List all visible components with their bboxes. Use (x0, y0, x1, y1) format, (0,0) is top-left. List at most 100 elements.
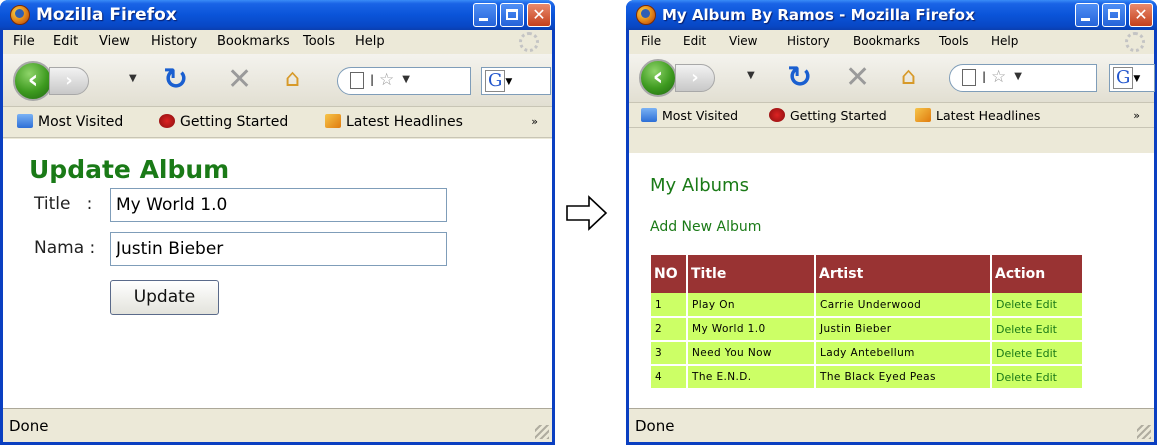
bookmark-latest-headlines[interactable]: Latest Headlines (325, 114, 463, 130)
firefox-window-update: Mozilla Firefox ✕ File Edit View History… (0, 0, 555, 445)
bookmarks-overflow-icon[interactable]: » (1133, 109, 1140, 122)
minimize-button[interactable] (1075, 3, 1099, 27)
forward-arrow-icon: › (691, 67, 699, 88)
back-button[interactable]: ‹ (639, 59, 677, 97)
maximize-button[interactable] (500, 3, 524, 27)
history-dropdown-icon[interactable]: ▼ (129, 73, 137, 84)
table-header-row: NO Title Artist Action (651, 255, 1084, 293)
address-dropdown-icon[interactable]: ▼ (402, 74, 410, 85)
table-row: 3 Need You Now Lady Antebellum Delete Ed… (651, 341, 1084, 366)
title-input[interactable] (110, 188, 447, 222)
edit-link[interactable]: Edit (1036, 371, 1057, 384)
header-action: Action (991, 255, 1084, 293)
menu-bar: File Edit View History Bookmarks Tools H… (3, 30, 552, 54)
close-button[interactable]: ✕ (527, 3, 551, 27)
cell-artist: The Black Eyed Peas (815, 365, 992, 390)
header-no: NO (651, 255, 688, 293)
menu-bookmarks[interactable]: Bookmarks (853, 34, 920, 48)
bookmark-latest-headlines[interactable]: Latest Headlines (915, 108, 1040, 123)
page-content: Update Album Title : Nama : Update (3, 139, 552, 408)
folder-icon (17, 114, 33, 128)
resize-grip-icon[interactable] (1137, 425, 1151, 439)
cell-artist: Lady Antebellum (815, 341, 992, 366)
cell-title: My World 1.0 (687, 317, 816, 342)
cell-action: Delete Edit (991, 365, 1084, 390)
menu-tools[interactable]: Tools (303, 34, 335, 49)
bookmark-label: Most Visited (38, 114, 124, 130)
header-title: Title (687, 255, 816, 293)
menu-view[interactable]: View (729, 34, 757, 48)
home-icon[interactable]: ⌂ (285, 64, 300, 92)
address-bar[interactable]: l ☆ ▼ (337, 67, 471, 95)
edit-link[interactable]: Edit (1036, 323, 1057, 336)
search-box[interactable]: G ▼ (481, 67, 551, 95)
cell-no: 1 (651, 293, 688, 318)
search-dropdown-icon[interactable]: ▼ (505, 77, 512, 87)
status-bar: Done (629, 408, 1154, 442)
menu-file[interactable]: File (13, 34, 35, 49)
minimize-icon (1081, 18, 1090, 21)
edit-link[interactable]: Edit (1036, 347, 1057, 360)
maximize-button[interactable] (1102, 3, 1126, 27)
status-bar: Done (3, 408, 552, 442)
menu-history[interactable]: History (151, 34, 197, 49)
cell-action: Delete Edit (991, 293, 1084, 318)
page-title: Update Album (29, 155, 230, 184)
close-icon: ✕ (1134, 5, 1148, 24)
stop-icon[interactable]: ✕ (227, 62, 252, 97)
back-button[interactable]: ‹ (13, 61, 53, 101)
header-artist: Artist (815, 255, 992, 293)
add-new-album-link[interactable]: Add New Album (650, 219, 761, 235)
address-bar[interactable]: l ☆ ▼ (949, 64, 1097, 92)
menu-help[interactable]: Help (991, 34, 1018, 48)
maximize-icon (1108, 9, 1120, 20)
navigation-toolbar: ‹ › ▼ ↻ ✕ ⌂ l ☆ ▼ G ▼ (3, 54, 552, 106)
search-box[interactable]: G ▼ (1109, 64, 1155, 92)
forward-button[interactable]: › (49, 67, 89, 95)
menu-tools[interactable]: Tools (939, 34, 969, 48)
reload-icon[interactable]: ↻ (787, 60, 812, 95)
delete-link[interactable]: Delete (996, 371, 1032, 384)
cell-no: 3 (651, 341, 688, 366)
window-titlebar[interactable]: My Album By Ramos - Mozilla Firefox ✕ (626, 0, 1157, 30)
forward-button[interactable]: › (675, 64, 715, 92)
menu-edit[interactable]: Edit (53, 34, 78, 49)
nama-input[interactable] (110, 232, 447, 266)
title-label: Title : (34, 194, 92, 214)
stop-icon[interactable]: ✕ (845, 60, 870, 95)
delete-link[interactable]: Delete (996, 298, 1032, 311)
window-titlebar[interactable]: Mozilla Firefox ✕ (0, 0, 555, 30)
rss-icon (915, 108, 931, 122)
bookmarks-overflow-icon[interactable]: » (531, 115, 538, 128)
address-dropdown-icon[interactable]: ▼ (1014, 71, 1022, 82)
close-button[interactable]: ✕ (1129, 3, 1153, 27)
cell-artist: Carrie Underwood (815, 293, 992, 318)
bookmark-most-visited[interactable]: Most Visited (641, 108, 738, 123)
history-dropdown-icon[interactable]: ▼ (747, 70, 755, 81)
menu-file[interactable]: File (641, 34, 661, 48)
resize-grip-icon[interactable] (535, 425, 549, 439)
menu-bookmarks[interactable]: Bookmarks (217, 34, 290, 49)
bookmark-label: Getting Started (180, 114, 289, 130)
star-icon[interactable]: ☆ (991, 67, 1006, 87)
delete-link[interactable]: Delete (996, 323, 1032, 336)
minimize-button[interactable] (473, 3, 497, 27)
star-icon[interactable]: ☆ (379, 70, 394, 90)
throbber-icon (519, 32, 539, 52)
menu-view[interactable]: View (99, 34, 130, 49)
update-button[interactable]: Update (110, 280, 219, 315)
reload-icon[interactable]: ↻ (163, 62, 188, 97)
menu-help[interactable]: Help (355, 34, 385, 49)
home-icon[interactable]: ⌂ (901, 62, 916, 90)
right-arrow-icon (566, 195, 608, 231)
bookmark-most-visited[interactable]: Most Visited (17, 114, 123, 130)
bookmark-getting-started[interactable]: Getting Started (769, 108, 887, 123)
cell-no: 4 (651, 365, 688, 390)
menu-bar: File Edit View History Bookmarks Tools H… (629, 30, 1154, 54)
menu-edit[interactable]: Edit (683, 34, 706, 48)
edit-link[interactable]: Edit (1036, 298, 1057, 311)
menu-history[interactable]: History (787, 34, 830, 48)
delete-link[interactable]: Delete (996, 347, 1032, 360)
search-dropdown-icon[interactable]: ▼ (1133, 74, 1140, 84)
bookmark-getting-started[interactable]: Getting Started (159, 114, 288, 130)
